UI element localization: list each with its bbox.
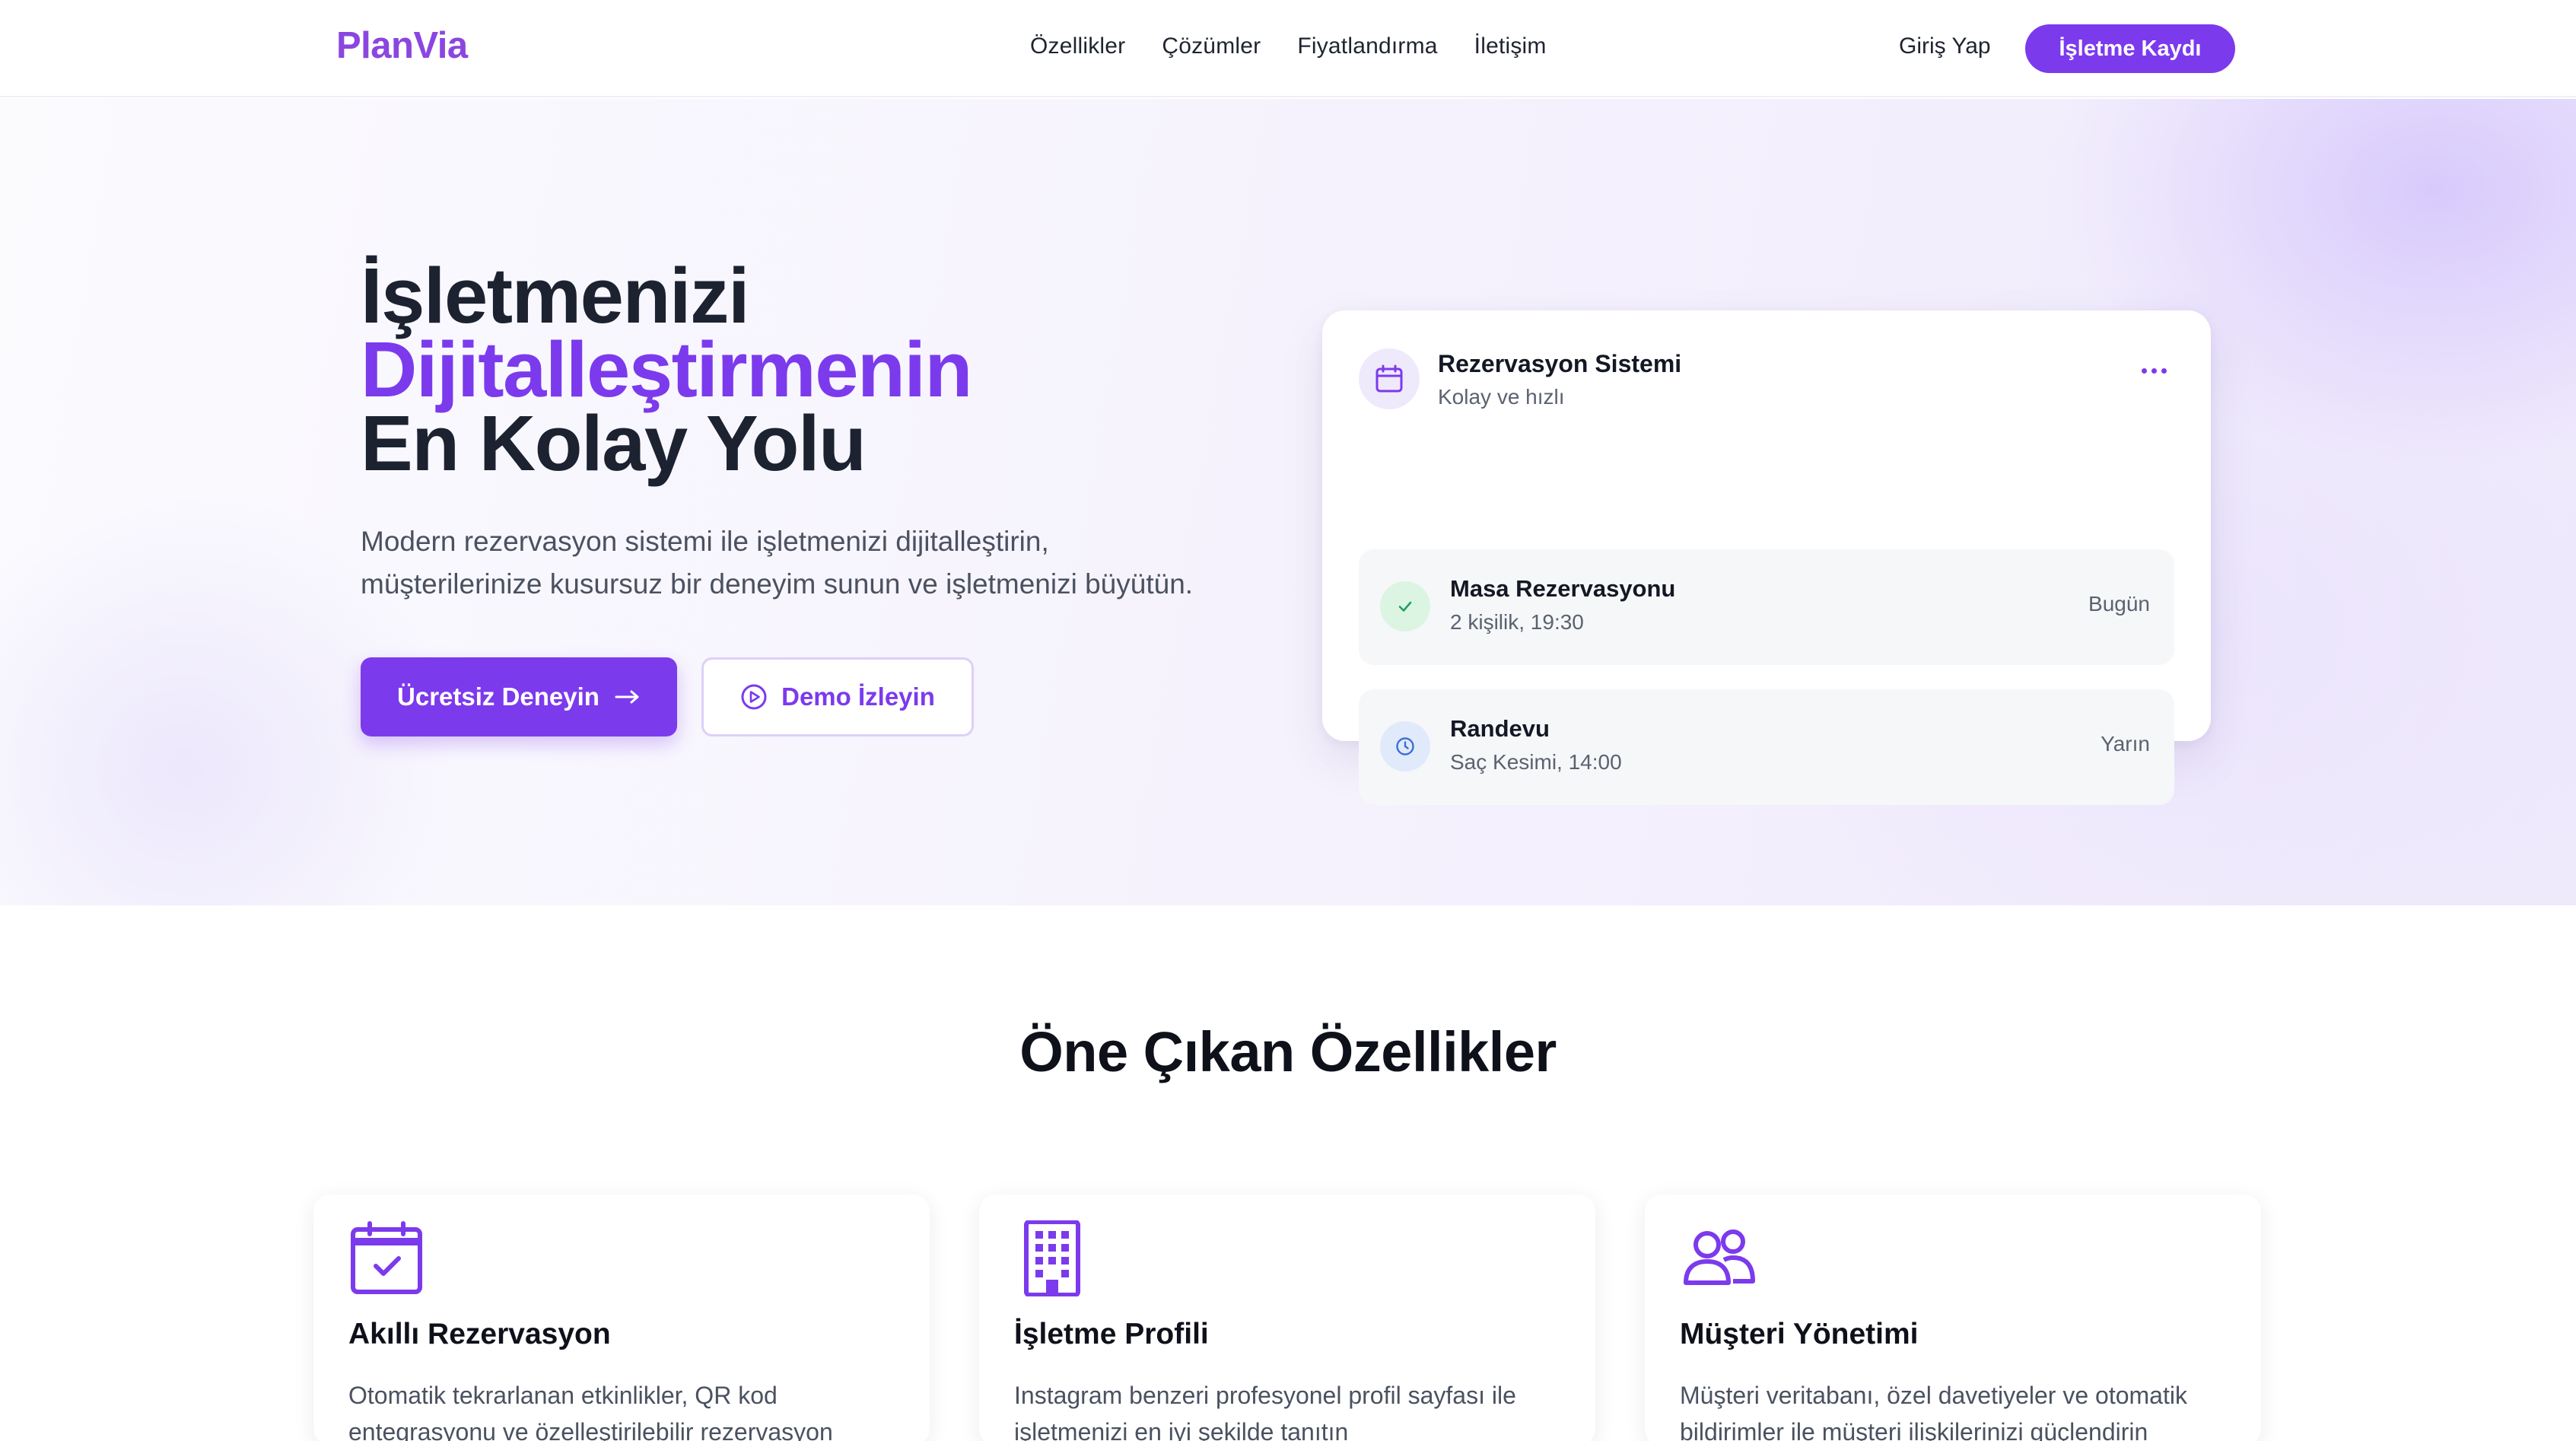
arrow-right-icon	[615, 690, 639, 704]
top-navbar: PlanVia Özellikler Çözümler Fiyatlandırm…	[0, 0, 2576, 97]
feature-name: Akıllı Rezervasyon	[348, 1318, 611, 1350]
reservation-day: Bugün	[2088, 592, 2150, 616]
hero-title: İşletmenizi Dijitalleştirmenin En Kolay …	[361, 252, 972, 487]
hero-section: İşletmenizi Dijitalleştirmenin En Kolay …	[0, 99, 2576, 905]
hero-subtitle-line1: Modern rezervasyon sistemi ile işletmeni…	[361, 526, 1049, 557]
feature-description: Müşteri veritabanı, özel davetiyeler ve …	[1680, 1382, 2187, 1441]
users-icon	[1684, 1229, 1755, 1285]
reservation-day: Yarın	[2101, 732, 2150, 755]
hero-subtitle: Modern rezervasyon sistemi ile işletmeni…	[361, 520, 1274, 606]
hero-title-accent: Dijitalleştirmenin	[361, 326, 972, 413]
nav-contact[interactable]: İletişim	[1474, 33, 1547, 59]
hero-subtitle-line2: müşterilerinize kusursuz bir deneyim sun…	[361, 568, 1194, 600]
business-register-button[interactable]: İşletme Kaydı	[2025, 24, 2235, 73]
check-icon	[1380, 581, 1430, 631]
hero-title-line1: İşletmenizi	[361, 252, 750, 339]
reservation-system-card: Rezervasyon Sistemi Kolay ve hızlı Masa …	[1322, 310, 2211, 805]
feature-description: Instagram benzeri profesyonel profil say…	[1014, 1382, 1516, 1441]
feature-name: Müşteri Yönetimi	[1680, 1318, 1919, 1350]
watch-demo-label: Demo İzleyin	[781, 682, 935, 711]
reservation-detail: Saç Kesimi, 14:00	[1450, 750, 1622, 774]
watch-demo-button[interactable]: Demo İzleyin	[701, 657, 974, 736]
reservation-item[interactable]: Masa Rezervasyonu 2 kişilik, 19:30 Bugün	[1359, 549, 2174, 665]
reservation-name: Masa Rezervasyonu	[1450, 575, 1676, 602]
calendar-icon	[1359, 348, 1420, 409]
feature-card-business-profile: İşletme Profili Instagram benzeri profes…	[979, 1194, 1595, 1441]
features-title: Öne Çıkan Özellikler	[1019, 1020, 1557, 1083]
building-icon	[1024, 1220, 1080, 1296]
calendar-check-icon	[351, 1221, 422, 1294]
nav-pricing[interactable]: Fiyatlandırma	[1297, 33, 1437, 59]
hero-title-line3: En Kolay Yolu	[361, 399, 867, 487]
feature-card-customer-management: Müşteri Yönetimi Müşteri veritabanı, öze…	[1645, 1194, 2261, 1441]
reservation-item[interactable]: Randevu Saç Kesimi, 14:00 Yarın	[1359, 689, 2174, 805]
free-trial-label: Ücretsiz Deneyin	[397, 682, 599, 711]
login-link[interactable]: Giriş Yap	[1899, 33, 1991, 59]
logo[interactable]: PlanVia	[336, 24, 468, 67]
reservation-name: Randevu	[1450, 715, 1550, 742]
reservation-detail: 2 kişilik, 19:30	[1450, 610, 1584, 634]
feature-name: İşletme Profili	[1014, 1318, 1209, 1350]
main-nav: Özellikler Çözümler Fiyatlandırma İletiş…	[1030, 33, 1547, 59]
play-circle-icon	[741, 684, 767, 710]
feature-card-smart-reservation: Akıllı Rezervasyon Otomatik tekrarlanan …	[313, 1194, 930, 1441]
free-trial-button[interactable]: Ücretsiz Deneyin	[361, 657, 677, 736]
more-options-icon[interactable]	[2142, 368, 2167, 374]
clock-icon	[1380, 721, 1430, 771]
card-subtitle: Kolay ve hızlı	[1438, 385, 1565, 409]
card-title: Rezervasyon Sistemi	[1438, 350, 1682, 377]
nav-solutions[interactable]: Çözümler	[1162, 33, 1261, 59]
nav-features[interactable]: Özellikler	[1030, 33, 1125, 59]
feature-description: Otomatik tekrarlanan etkinlikler, QR kod…	[348, 1382, 833, 1441]
